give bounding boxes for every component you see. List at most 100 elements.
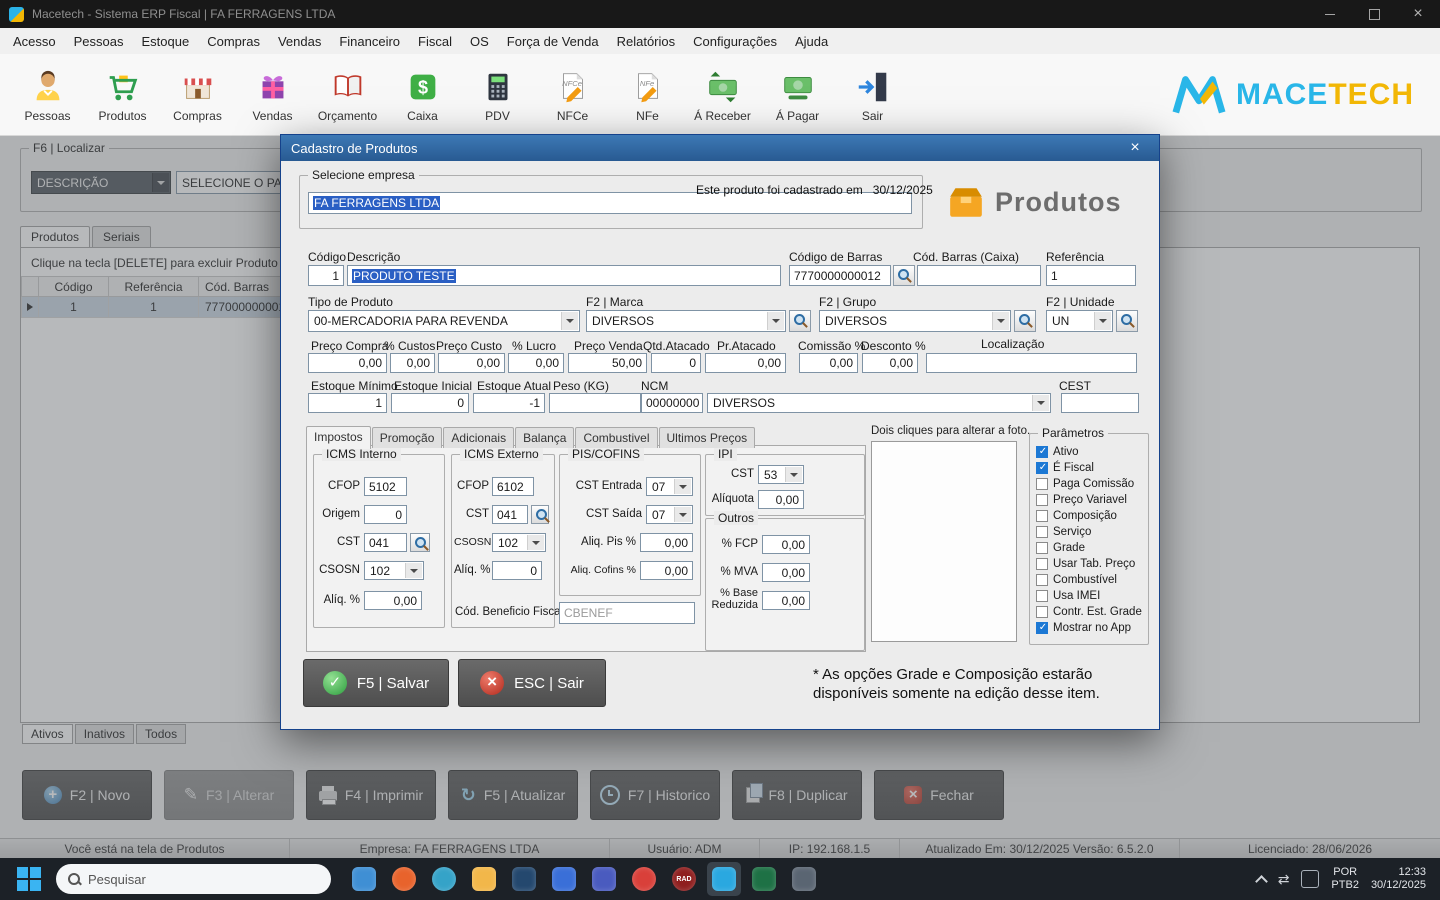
grupo-search-icon[interactable] bbox=[1014, 310, 1036, 332]
salvar-button[interactable]: F5 | Salvar bbox=[303, 659, 449, 707]
ipi-aliquota-field[interactable]: 0,00 bbox=[758, 490, 804, 509]
tab-balanca[interactable]: Balança bbox=[515, 427, 574, 448]
param-contr-est-grade[interactable]: Contr. Est. Grade bbox=[1036, 604, 1146, 620]
tab-adicionais[interactable]: Adicionais bbox=[443, 427, 514, 448]
param-mostrar-no-app[interactable]: Mostrar no App bbox=[1036, 620, 1146, 636]
toolbar-compras[interactable]: Compras bbox=[160, 67, 235, 123]
task-view-icon[interactable] bbox=[347, 862, 381, 896]
pis-cst-saida-select[interactable]: 07 bbox=[646, 505, 693, 524]
dialog-titlebar[interactable]: Cadastro de Produtos bbox=[281, 135, 1159, 161]
menu-item-configuracoes[interactable]: Configurações bbox=[684, 30, 786, 53]
rad-studio-icon[interactable]: RAD bbox=[667, 862, 701, 896]
tab-promocao[interactable]: Promoção bbox=[372, 427, 443, 448]
macetech-erp-icon[interactable] bbox=[707, 862, 741, 896]
edge-browser-icon[interactable] bbox=[427, 862, 461, 896]
blue-app-icon[interactable] bbox=[547, 862, 581, 896]
maximize-icon[interactable] bbox=[1352, 0, 1396, 28]
pct-lucro-field[interactable]: 0,00 bbox=[508, 353, 564, 373]
comissao-field[interactable]: 0,00 bbox=[799, 353, 858, 373]
estoque-inicial-field[interactable]: 0 bbox=[391, 393, 469, 413]
tray-chevron-icon[interactable] bbox=[1256, 874, 1266, 884]
ncm-field[interactable]: 00000000 bbox=[641, 393, 703, 413]
param-usar-tab-preco[interactable]: Usar Tab. Preço bbox=[1036, 556, 1146, 572]
grupo-select[interactable]: DIVERSOS bbox=[819, 310, 1011, 332]
menu-item-vendas[interactable]: Vendas bbox=[269, 30, 330, 53]
unidade-select[interactable]: UN bbox=[1046, 310, 1113, 332]
fcp-field[interactable]: 0,00 bbox=[762, 535, 810, 554]
icms-interno-origem-field[interactable]: 0 bbox=[364, 505, 407, 524]
param-preco-variavel[interactable]: Preço Variavel bbox=[1036, 492, 1146, 508]
icms-interno-csosn-select[interactable]: 102 bbox=[364, 561, 424, 580]
param-e-fiscal[interactable]: É Fiscal bbox=[1036, 460, 1146, 476]
icms-externo-cfop-field[interactable]: 6102 bbox=[492, 477, 534, 496]
file-explorer-icon[interactable] bbox=[467, 862, 501, 896]
toolbar-pessoas[interactable]: Pessoas bbox=[10, 67, 85, 123]
marca-select[interactable]: DIVERSOS bbox=[586, 310, 786, 332]
preco-compra-field[interactable]: 0,00 bbox=[308, 353, 387, 373]
menu-item-ajuda[interactable]: Ajuda bbox=[786, 30, 837, 53]
minimize-icon[interactable] bbox=[1308, 0, 1352, 28]
mva-field[interactable]: 0,00 bbox=[762, 563, 810, 582]
tray-notification-icon[interactable] bbox=[1301, 870, 1319, 888]
beneficio-field[interactable]: CBENEF bbox=[559, 602, 695, 624]
clock[interactable]: 12:33 30/12/2025 bbox=[1371, 866, 1426, 892]
menu-item-financeiro[interactable]: Financeiro bbox=[330, 30, 409, 53]
cod-barras-caixa-field[interactable] bbox=[917, 265, 1041, 286]
localizacao-field[interactable] bbox=[926, 353, 1137, 373]
tab-impostos[interactable]: Impostos bbox=[306, 426, 371, 449]
dialog-close-icon[interactable] bbox=[1121, 135, 1149, 161]
toolbar-a-receber[interactable]: Á Receber bbox=[685, 67, 760, 123]
toolbar-nfe[interactable]: NFe NFe bbox=[610, 67, 685, 123]
language-indicator[interactable]: POR PTB2 bbox=[1331, 866, 1359, 892]
menu-item-fiscal[interactable]: Fiscal bbox=[409, 30, 461, 53]
icms-interno-aliq-field[interactable]: 0,00 bbox=[364, 591, 422, 610]
browser-orange-icon[interactable] bbox=[387, 862, 421, 896]
toolbar-caixa[interactable]: $ Caixa bbox=[385, 67, 460, 123]
excel-app-icon[interactable] bbox=[747, 862, 781, 896]
icms-interno-cst-field[interactable]: 041 bbox=[364, 533, 407, 552]
cest-field[interactable] bbox=[1061, 393, 1139, 413]
start-button-icon[interactable] bbox=[16, 866, 42, 892]
estoque-atual-field[interactable]: -1 bbox=[473, 393, 545, 413]
tray-sync-icon[interactable]: ⇄ bbox=[1278, 871, 1290, 888]
referencia-field[interactable]: 1 bbox=[1046, 265, 1136, 286]
menu-item-forca-de-venda[interactable]: Força de Venda bbox=[498, 30, 608, 53]
preco-venda-field[interactable]: 50,00 bbox=[568, 353, 647, 373]
icms-externo-cst-search-icon[interactable] bbox=[531, 505, 549, 524]
gray-app-icon[interactable] bbox=[787, 862, 821, 896]
tab-ultimos-precos[interactable]: Ultimos Preços bbox=[659, 427, 756, 448]
toolbar-sair[interactable]: Sair bbox=[835, 67, 910, 123]
taskbar-search[interactable]: Pesquisar bbox=[56, 864, 331, 894]
icms-interno-cst-search-icon[interactable] bbox=[410, 533, 430, 552]
ipi-cst-select[interactable]: 53 bbox=[758, 465, 804, 484]
tab-combustivel[interactable]: Combustivel bbox=[575, 427, 657, 448]
tipo-produto-select[interactable]: 00-MERCADORIA PARA REVENDA bbox=[308, 310, 580, 332]
param-paga-comissao[interactable]: Paga Comissão bbox=[1036, 476, 1146, 492]
marca-search-icon[interactable] bbox=[789, 310, 811, 332]
param-servico[interactable]: Serviço bbox=[1036, 524, 1146, 540]
qtd-atacado-field[interactable]: 0 bbox=[651, 353, 701, 373]
cleaner-app-icon[interactable] bbox=[507, 862, 541, 896]
sair-button[interactable]: ESC | Sair bbox=[458, 659, 606, 707]
icms-externo-csosn-select[interactable]: 102 bbox=[492, 533, 546, 552]
menu-item-compras[interactable]: Compras bbox=[198, 30, 269, 53]
menu-item-pessoas[interactable]: Pessoas bbox=[65, 30, 133, 53]
param-grade[interactable]: Grade bbox=[1036, 540, 1146, 556]
codigo-barras-search-icon[interactable] bbox=[893, 265, 915, 286]
close-icon[interactable] bbox=[1396, 0, 1440, 28]
base-reduzida-field[interactable]: 0,00 bbox=[762, 591, 810, 610]
toolbar-vendas[interactable]: Vendas bbox=[235, 67, 310, 123]
menu-item-acesso[interactable]: Acesso bbox=[4, 30, 65, 53]
teams-app-icon[interactable] bbox=[587, 862, 621, 896]
toolbar-pdv[interactable]: PDV bbox=[460, 67, 535, 123]
aliq-cofins-field[interactable]: 0,00 bbox=[640, 561, 693, 580]
descricao-field[interactable]: PRODUTO TESTE bbox=[347, 265, 781, 286]
codigo-field[interactable]: 1 bbox=[308, 265, 344, 286]
ncm-descricao-select[interactable]: DIVERSOS bbox=[707, 393, 1051, 413]
pis-cst-entrada-select[interactable]: 07 bbox=[646, 477, 693, 496]
unidade-search-icon[interactable] bbox=[1116, 310, 1138, 332]
peso-field[interactable] bbox=[549, 393, 641, 413]
menu-item-os[interactable]: OS bbox=[461, 30, 498, 53]
toolbar-orcamento[interactable]: Orçamento bbox=[310, 67, 385, 123]
icms-externo-cst-field[interactable]: 041 bbox=[492, 505, 528, 524]
